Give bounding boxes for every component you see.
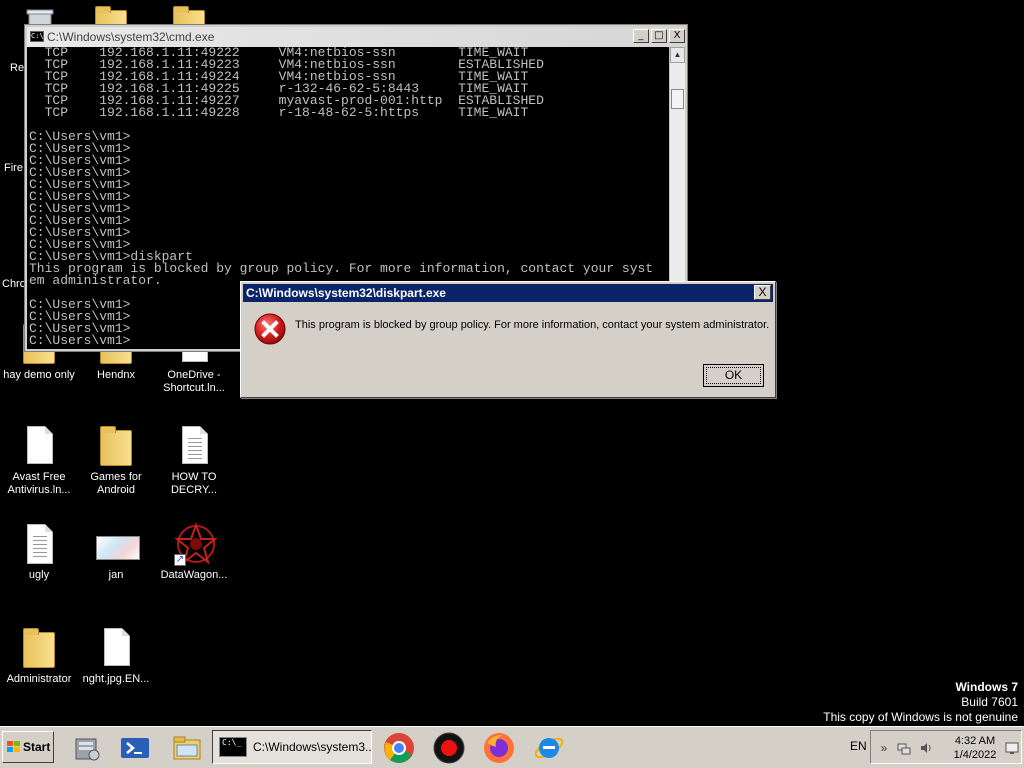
taskbar: Start C:\_ C:\Windows\system3... EN » 4:… <box>0 726 1024 768</box>
dialog-close-button[interactable]: X <box>754 285 771 300</box>
dialog-message: This program is blocked by group policy.… <box>295 319 770 331</box>
server-manager-icon[interactable] <box>70 731 104 765</box>
clock-time: 4:32 AM <box>954 735 996 747</box>
desktop-icon-nght-jpg[interactable]: nght.jpg.EN... <box>77 626 155 686</box>
text-file-icon <box>174 424 214 468</box>
desktop-icon-label-firefox[interactable]: Fire <box>4 162 23 174</box>
record-icon[interactable] <box>432 731 466 765</box>
desktop-icon-label: Games for Android <box>90 471 142 496</box>
volume-icon[interactable] <box>919 741 933 755</box>
desktop-icon-label: ugly <box>28 569 50 581</box>
desktop-icon-label: OneDrive - Shortcut.ln... <box>163 369 225 394</box>
action-center-icon[interactable] <box>1005 741 1019 755</box>
close-button[interactable]: X <box>669 29 685 43</box>
taskbar-item-label: C:\Windows\system3... <box>253 740 372 754</box>
windows-watermark: Windows 7 Build 7601 This copy of Window… <box>823 680 1018 725</box>
maximize-button[interactable]: □ <box>651 29 667 43</box>
watermark-genuine-notice: This copy of Windows is not genuine <box>823 710 1018 724</box>
tray-expand-icon[interactable]: » <box>877 741 891 755</box>
desktop-icon-label: jan <box>108 569 124 581</box>
datawagon-icon: ↗ <box>174 522 218 566</box>
minimize-button[interactable]: _ <box>633 29 649 43</box>
image-file-icon <box>96 522 140 566</box>
desktop-icon-how-to-decrypt[interactable]: HOW TO DECRY... <box>155 424 233 497</box>
taskbar-item-cmd[interactable]: C:\_ C:\Windows\system3... <box>212 730 372 764</box>
desktop-icon-games-for-android[interactable]: Games for Android <box>77 424 155 497</box>
desktop-icon-jan[interactable]: jan <box>77 522 155 582</box>
watermark-build: Build 7601 <box>961 695 1018 709</box>
desktop-icon-label: DataWagon... <box>160 569 228 581</box>
scrollbar-thumb[interactable] <box>671 89 684 109</box>
clock-date: 1/4/2022 <box>953 749 997 761</box>
shortcut-arrow-icon: ↗ <box>174 554 186 566</box>
cmd-taskbar-icon: C:\_ <box>219 737 247 757</box>
watermark-os-name: Windows 7 <box>955 680 1018 694</box>
desktop-icon-label-chrome[interactable]: Chro <box>2 278 26 290</box>
internet-explorer-icon[interactable] <box>532 731 566 765</box>
cmd-titlebar[interactable]: C:\ C:\Windows\system32\cmd.exe _ □ X <box>27 27 685 47</box>
scroll-up-arrow-icon[interactable]: ▲ <box>670 47 685 63</box>
desktop-icon-label: Administrator <box>6 673 72 685</box>
cmd-app-icon: C:\ <box>30 31 44 42</box>
desktop-icon-label: nght.jpg.EN... <box>82 673 150 685</box>
desktop-icon-label: HOW TO DECRY... <box>170 471 218 496</box>
windows-logo-icon <box>7 741 20 752</box>
file-explorer-icon[interactable] <box>170 731 204 765</box>
cmd-window-title: C:\Windows\system32\cmd.exe <box>47 30 215 44</box>
desktop-icon-datawagon[interactable]: ↗ DataWagon... <box>155 522 233 582</box>
desktop-icon-administrator[interactable]: Administrator <box>0 626 78 686</box>
folder-icon <box>19 626 59 670</box>
system-tray: » 4:32 AM 1/4/2022 <box>870 730 1022 764</box>
firefox-icon[interactable] <box>482 731 516 765</box>
language-indicator[interactable]: EN <box>850 739 867 753</box>
desktop-icon-avast[interactable]: Avast Free Antivirus.ln... <box>0 424 78 497</box>
dialog-titlebar[interactable]: C:\Windows\system32\diskpart.exe X <box>243 284 773 302</box>
file-icon <box>96 626 136 670</box>
desktop-icon-label: Avast Free Antivirus.ln... <box>7 471 71 496</box>
error-dialog[interactable]: C:\Windows\system32\diskpart.exe X This … <box>240 281 776 398</box>
network-icon[interactable] <box>897 741 911 755</box>
text-file-icon <box>19 522 59 566</box>
desktop-icon-ugly[interactable]: ugly <box>0 522 78 582</box>
system-clock[interactable]: 4:32 AM 1/4/2022 <box>945 734 1005 762</box>
file-icon <box>19 424 59 468</box>
chrome-icon[interactable] <box>382 731 416 765</box>
powershell-icon[interactable] <box>118 731 152 765</box>
start-button[interactable]: Start <box>2 731 54 763</box>
folder-icon <box>96 424 136 468</box>
desktop-icon-label: Hendnx <box>97 369 135 381</box>
error-icon <box>254 313 286 345</box>
ok-button[interactable]: OK <box>703 364 764 387</box>
desktop-icon-label: Re <box>10 62 25 74</box>
ok-button-label: OK <box>706 367 761 384</box>
start-label: Start <box>23 740 51 754</box>
dialog-title: C:\Windows\system32\diskpart.exe <box>246 286 446 300</box>
desktop-icon-label: hay demo only <box>3 369 75 381</box>
